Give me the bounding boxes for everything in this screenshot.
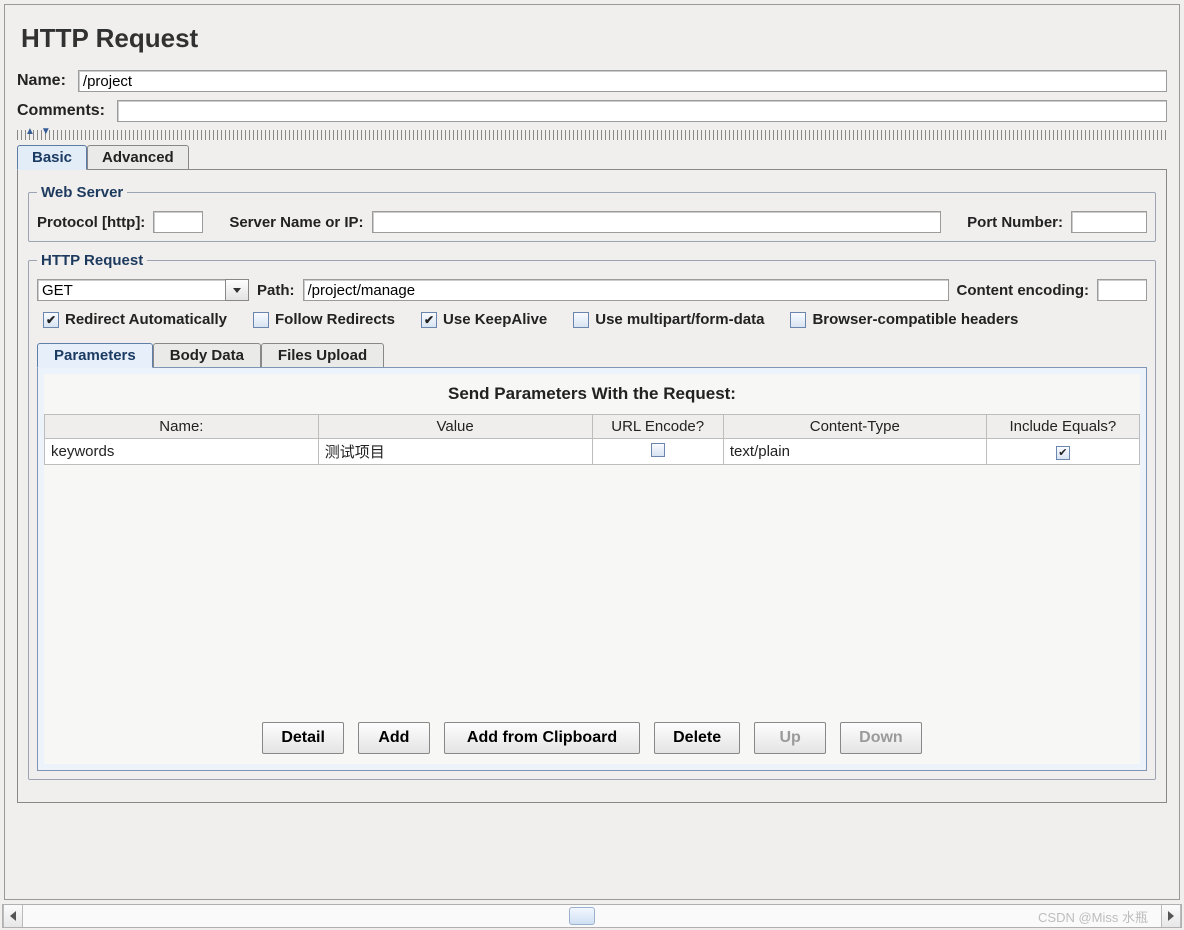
redirect-auto-checkbox[interactable]: ✔Redirect Automatically (43, 311, 227, 328)
parameters-tab-body: Send Parameters With the Request: Name: … (37, 368, 1147, 771)
cell-value[interactable]: 测试项目 (318, 439, 592, 465)
add-from-clipboard-button[interactable]: Add from Clipboard (444, 722, 640, 754)
down-button[interactable]: Down (840, 722, 922, 754)
browser-headers-checkbox[interactable]: Browser-compatible headers (790, 311, 1018, 328)
scroll-right-button[interactable] (1161, 905, 1181, 927)
add-button[interactable]: Add (358, 722, 430, 754)
url-encode-checkbox[interactable] (651, 443, 665, 457)
include-equals-checkbox[interactable]: ✔ (1056, 446, 1070, 460)
page-title: HTTP Request (21, 23, 1163, 54)
tab-basic[interactable]: Basic (17, 145, 87, 170)
path-input[interactable] (303, 279, 949, 301)
delete-button[interactable]: Delete (654, 722, 740, 754)
server-name-input[interactable] (372, 211, 942, 233)
parameters-table[interactable]: Name: Value URL Encode? Content-Type Inc… (44, 414, 1140, 465)
web-server-group: Web Server Protocol [http]: Server Name … (28, 184, 1156, 242)
scroll-left-button[interactable] (3, 905, 23, 927)
col-include-equals[interactable]: Include Equals? (986, 415, 1139, 439)
port-label: Port Number: (967, 214, 1063, 231)
method-combo[interactable] (37, 279, 249, 301)
tab-body-data[interactable]: Body Data (153, 343, 261, 367)
http-request-legend: HTTP Request (37, 252, 147, 269)
parameters-button-row: Detail Add Add from Clipboard Delete Up … (44, 706, 1140, 764)
splitter-arrows-icon: ▲▼ (25, 126, 57, 137)
name-label: Name: (17, 72, 66, 90)
name-input[interactable] (78, 70, 1167, 92)
detail-button[interactable]: Detail (262, 722, 344, 754)
scrollbar-track[interactable] (23, 905, 1161, 927)
follow-redirects-checkbox[interactable]: Follow Redirects (253, 311, 395, 328)
comments-input[interactable] (117, 100, 1167, 122)
protocol-input[interactable] (153, 211, 203, 233)
method-input[interactable] (37, 279, 225, 301)
http-request-panel: HTTP Request Name: Comments: ▲▼ Basic Ad… (4, 4, 1180, 900)
keepalive-checkbox[interactable]: ✔Use KeepAlive (421, 311, 547, 328)
cell-content-type[interactable]: text/plain (723, 439, 986, 465)
col-content-type[interactable]: Content-Type (723, 415, 986, 439)
content-encoding-label: Content encoding: (957, 282, 1089, 299)
checkbox-row: ✔Redirect Automatically Follow Redirects… (37, 311, 1147, 328)
comments-label: Comments: (17, 102, 105, 120)
cell-name[interactable]: keywords (45, 439, 319, 465)
parameters-tabstrip: Parameters Body Data Files Upload (37, 340, 1147, 368)
table-row[interactable]: keywords 测试项目 text/plain ✔ (45, 439, 1140, 465)
multipart-checkbox[interactable]: Use multipart/form-data (573, 311, 764, 328)
method-dropdown-button[interactable] (225, 279, 249, 301)
triangle-left-icon (9, 911, 17, 921)
tab-files-upload[interactable]: Files Upload (261, 343, 384, 367)
chevron-down-icon (232, 285, 242, 295)
basic-tab-body: Web Server Protocol [http]: Server Name … (17, 170, 1167, 803)
tab-parameters[interactable]: Parameters (37, 343, 153, 368)
protocol-label: Protocol [http]: (37, 214, 145, 231)
path-label: Path: (257, 282, 295, 299)
horizontal-scrollbar[interactable] (2, 904, 1182, 928)
server-name-label: Server Name or IP: (229, 214, 363, 231)
triangle-right-icon (1167, 911, 1175, 921)
web-server-legend: Web Server (37, 184, 127, 201)
tab-advanced[interactable]: Advanced (87, 145, 189, 169)
http-request-group: HTTP Request Path: Content encoding: ✔Re… (28, 252, 1156, 780)
col-name[interactable]: Name: (45, 415, 319, 439)
up-button[interactable]: Up (754, 722, 826, 754)
col-value[interactable]: Value (318, 415, 592, 439)
scrollbar-handle[interactable] (569, 907, 595, 925)
parameters-title: Send Parameters With the Request: (44, 374, 1140, 414)
content-encoding-input[interactable] (1097, 279, 1147, 301)
port-input[interactable] (1071, 211, 1147, 233)
splitter-handle[interactable]: ▲▼ (17, 130, 1167, 140)
cell-url-encode[interactable] (592, 439, 723, 465)
main-tabstrip: Basic Advanced (17, 142, 1167, 170)
col-url-encode[interactable]: URL Encode? (592, 415, 723, 439)
cell-include-equals[interactable]: ✔ (986, 439, 1139, 465)
